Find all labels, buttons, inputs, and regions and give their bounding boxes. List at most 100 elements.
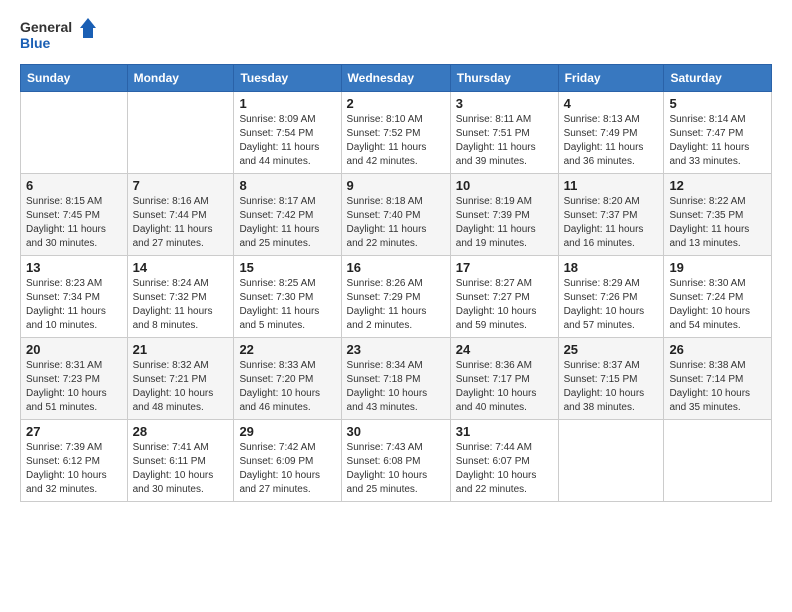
calendar-week-5: 27 Sunrise: 7:39 AM Sunset: 6:12 PM Dayli… <box>21 420 772 502</box>
calendar-cell: 11 Sunrise: 8:20 AM Sunset: 7:37 PM Dayli… <box>558 174 664 256</box>
calendar-cell: 4 Sunrise: 8:13 AM Sunset: 7:49 PM Daylig… <box>558 92 664 174</box>
calendar-cell: 23Sunrise: 8:34 AM Sunset: 7:18 PM Dayli… <box>341 338 450 420</box>
calendar-cell: 25 Sunrise: 8:37 AM Sunset: 7:15 PM Dayli… <box>558 338 664 420</box>
calendar-cell: 6 Sunrise: 8:15 AM Sunset: 7:45 PM Daylig… <box>21 174 128 256</box>
calendar-cell: 3 Sunrise: 8:11 AM Sunset: 7:51 PM Daylig… <box>450 92 558 174</box>
day-info: Sunrise: 8:17 AM Sunset: 7:42 PM Dayligh… <box>239 195 335 251</box>
day-number: 1 <box>239 96 335 111</box>
day-number: 7 <box>133 178 229 193</box>
day-number: 10 <box>456 178 553 193</box>
svg-text:General: General <box>20 19 72 35</box>
calendar-cell: 17Sunrise: 8:27 AM Sunset: 7:27 PM Dayli… <box>450 256 558 338</box>
day-info: Sunrise: 8:27 AM Sunset: 7:27 PM Dayligh… <box>456 277 553 333</box>
calendar-cell: 20Sunrise: 8:31 AM Sunset: 7:23 PM Dayli… <box>21 338 128 420</box>
day-info: Sunrise: 8:11 AM Sunset: 7:51 PM Dayligh… <box>456 113 553 169</box>
calendar-week-2: 6 Sunrise: 8:15 AM Sunset: 7:45 PM Daylig… <box>21 174 772 256</box>
calendar-week-3: 13 Sunrise: 8:23 AM Sunset: 7:34 PM Dayli… <box>21 256 772 338</box>
calendar-cell <box>558 420 664 502</box>
day-info: Sunrise: 8:18 AM Sunset: 7:40 PM Dayligh… <box>347 195 445 251</box>
day-info: Sunrise: 8:10 AM Sunset: 7:52 PM Dayligh… <box>347 113 445 169</box>
calendar-cell: 28 Sunrise: 7:41 AM Sunset: 6:11 PM Dayli… <box>127 420 234 502</box>
calendar-cell: 19Sunrise: 8:30 AM Sunset: 7:24 PM Dayli… <box>664 256 772 338</box>
day-info: Sunrise: 7:43 AM Sunset: 6:08 PM Dayligh… <box>347 441 445 497</box>
calendar-cell: 2 Sunrise: 8:10 AM Sunset: 7:52 PM Daylig… <box>341 92 450 174</box>
day-number: 19 <box>669 260 766 275</box>
day-number: 3 <box>456 96 553 111</box>
day-info: Sunrise: 7:42 AM Sunset: 6:09 PM Dayligh… <box>239 441 335 497</box>
calendar-cell: 31Sunrise: 7:44 AM Sunset: 6:07 PM Dayli… <box>450 420 558 502</box>
calendar-cell: 12 Sunrise: 8:22 AM Sunset: 7:35 PM Dayli… <box>664 174 772 256</box>
calendar-cell: 24 Sunrise: 8:36 AM Sunset: 7:17 PM Dayli… <box>450 338 558 420</box>
day-info: Sunrise: 7:44 AM Sunset: 6:07 PM Dayligh… <box>456 441 553 497</box>
day-info: Sunrise: 8:31 AM Sunset: 7:23 PM Dayligh… <box>26 359 122 415</box>
calendar-cell: 7Sunrise: 8:16 AM Sunset: 7:44 PM Daylig… <box>127 174 234 256</box>
day-info: Sunrise: 8:22 AM Sunset: 7:35 PM Dayligh… <box>669 195 766 251</box>
day-number: 21 <box>133 342 229 357</box>
day-number: 25 <box>564 342 659 357</box>
day-info: Sunrise: 8:37 AM Sunset: 7:15 PM Dayligh… <box>564 359 659 415</box>
day-number: 11 <box>564 178 659 193</box>
calendar-header-saturday: Saturday <box>664 65 772 92</box>
calendar-cell: 1 Sunrise: 8:09 AM Sunset: 7:54 PM Daylig… <box>234 92 341 174</box>
calendar-header-wednesday: Wednesday <box>341 65 450 92</box>
day-info: Sunrise: 8:15 AM Sunset: 7:45 PM Dayligh… <box>26 195 122 251</box>
calendar-table: SundayMondayTuesdayWednesdayThursdayFrid… <box>20 64 772 502</box>
day-number: 22 <box>239 342 335 357</box>
calendar-header-monday: Monday <box>127 65 234 92</box>
day-number: 2 <box>347 96 445 111</box>
calendar-cell: 14Sunrise: 8:24 AM Sunset: 7:32 PM Dayli… <box>127 256 234 338</box>
day-info: Sunrise: 8:38 AM Sunset: 7:14 PM Dayligh… <box>669 359 766 415</box>
day-info: Sunrise: 8:20 AM Sunset: 7:37 PM Dayligh… <box>564 195 659 251</box>
logo-area: General Blue <box>20 16 100 56</box>
calendar-cell: 10 Sunrise: 8:19 AM Sunset: 7:39 PM Dayli… <box>450 174 558 256</box>
day-info: Sunrise: 8:36 AM Sunset: 7:17 PM Dayligh… <box>456 359 553 415</box>
day-info: Sunrise: 7:41 AM Sunset: 6:11 PM Dayligh… <box>133 441 229 497</box>
day-number: 30 <box>347 424 445 439</box>
calendar-cell: 13 Sunrise: 8:23 AM Sunset: 7:34 PM Dayli… <box>21 256 128 338</box>
calendar-cell: 9Sunrise: 8:18 AM Sunset: 7:40 PM Daylig… <box>341 174 450 256</box>
calendar-week-1: 1 Sunrise: 8:09 AM Sunset: 7:54 PM Daylig… <box>21 92 772 174</box>
day-number: 29 <box>239 424 335 439</box>
day-number: 26 <box>669 342 766 357</box>
day-info: Sunrise: 8:19 AM Sunset: 7:39 PM Dayligh… <box>456 195 553 251</box>
calendar-cell: 8 Sunrise: 8:17 AM Sunset: 7:42 PM Daylig… <box>234 174 341 256</box>
day-number: 5 <box>669 96 766 111</box>
calendar-cell: 15Sunrise: 8:25 AM Sunset: 7:30 PM Dayli… <box>234 256 341 338</box>
day-info: Sunrise: 8:29 AM Sunset: 7:26 PM Dayligh… <box>564 277 659 333</box>
day-info: Sunrise: 8:34 AM Sunset: 7:18 PM Dayligh… <box>347 359 445 415</box>
calendar-cell: 16 Sunrise: 8:26 AM Sunset: 7:29 PM Dayli… <box>341 256 450 338</box>
day-number: 18 <box>564 260 659 275</box>
calendar-cell: 18 Sunrise: 8:29 AM Sunset: 7:26 PM Dayli… <box>558 256 664 338</box>
calendar-header-row: SundayMondayTuesdayWednesdayThursdayFrid… <box>21 65 772 92</box>
calendar-cell: 5 Sunrise: 8:14 AM Sunset: 7:47 PM Daylig… <box>664 92 772 174</box>
calendar-header-sunday: Sunday <box>21 65 128 92</box>
day-info: Sunrise: 8:23 AM Sunset: 7:34 PM Dayligh… <box>26 277 122 333</box>
header: General Blue <box>20 16 772 56</box>
day-number: 4 <box>564 96 659 111</box>
calendar-cell <box>21 92 128 174</box>
day-info: Sunrise: 8:32 AM Sunset: 7:21 PM Dayligh… <box>133 359 229 415</box>
day-info: Sunrise: 8:13 AM Sunset: 7:49 PM Dayligh… <box>564 113 659 169</box>
day-number: 13 <box>26 260 122 275</box>
day-info: Sunrise: 8:14 AM Sunset: 7:47 PM Dayligh… <box>669 113 766 169</box>
day-number: 8 <box>239 178 335 193</box>
calendar-header-tuesday: Tuesday <box>234 65 341 92</box>
day-number: 16 <box>347 260 445 275</box>
day-info: Sunrise: 7:39 AM Sunset: 6:12 PM Dayligh… <box>26 441 122 497</box>
calendar-week-4: 20Sunrise: 8:31 AM Sunset: 7:23 PM Dayli… <box>21 338 772 420</box>
day-number: 24 <box>456 342 553 357</box>
calendar-cell: 29 Sunrise: 7:42 AM Sunset: 6:09 PM Dayli… <box>234 420 341 502</box>
day-info: Sunrise: 8:33 AM Sunset: 7:20 PM Dayligh… <box>239 359 335 415</box>
calendar-cell: 26 Sunrise: 8:38 AM Sunset: 7:14 PM Dayli… <box>664 338 772 420</box>
day-number: 15 <box>239 260 335 275</box>
calendar-cell <box>664 420 772 502</box>
day-number: 12 <box>669 178 766 193</box>
calendar-cell: 21 Sunrise: 8:32 AM Sunset: 7:21 PM Dayli… <box>127 338 234 420</box>
day-number: 6 <box>26 178 122 193</box>
day-number: 27 <box>26 424 122 439</box>
day-number: 28 <box>133 424 229 439</box>
logo-svg: General Blue <box>20 16 100 56</box>
day-info: Sunrise: 8:26 AM Sunset: 7:29 PM Dayligh… <box>347 277 445 333</box>
day-info: Sunrise: 8:09 AM Sunset: 7:54 PM Dayligh… <box>239 113 335 169</box>
calendar-cell: 22 Sunrise: 8:33 AM Sunset: 7:20 PM Dayli… <box>234 338 341 420</box>
